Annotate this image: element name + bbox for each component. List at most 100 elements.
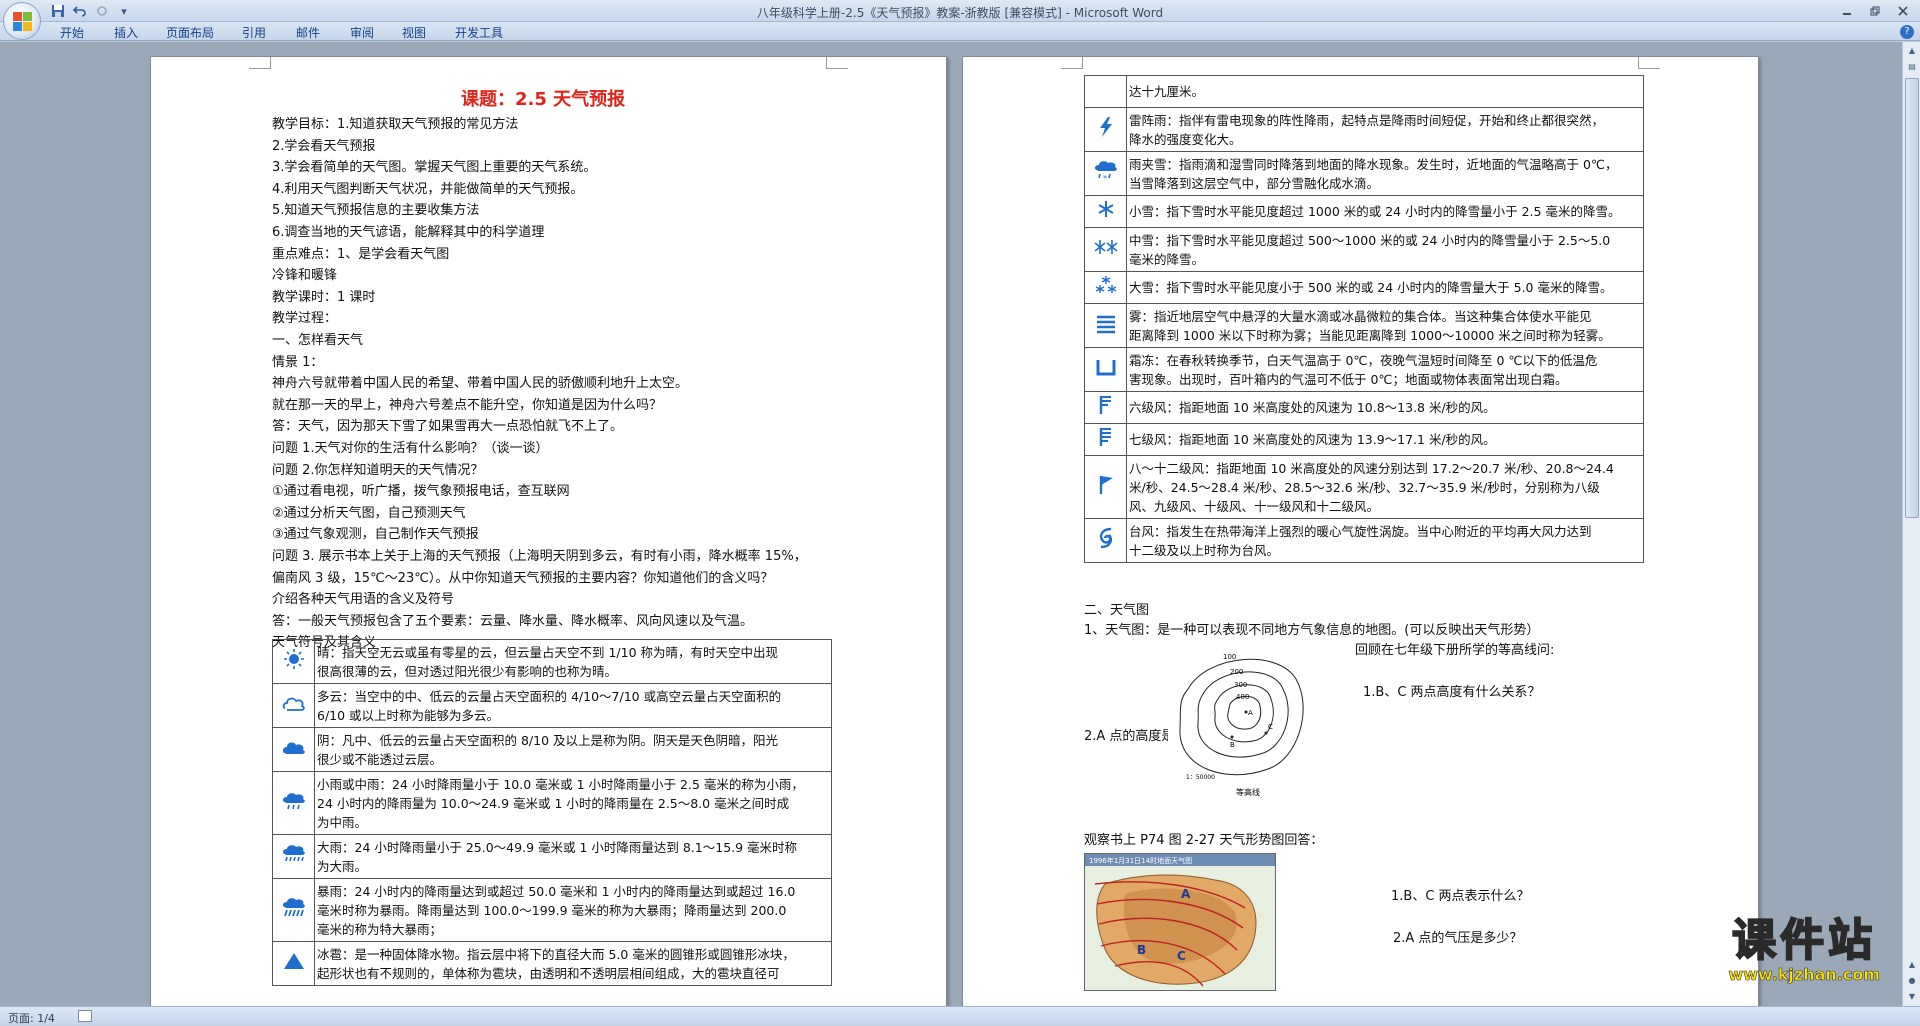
close-icon[interactable] xyxy=(1890,2,1916,19)
symbol-cell xyxy=(1084,423,1127,456)
page-2: 达十九厘米。 雷阵雨：指伴有雷电现象的阵性降雨，起特点是降雨时间短促，开始和终止都… xyxy=(962,56,1759,1006)
browse-object-icon[interactable]: ● xyxy=(1905,974,1919,988)
restore-icon[interactable] xyxy=(1862,2,1888,19)
definition-line: 雾：指近地层空气中悬浮的大量水滴或冰晶微粒的集合体。当这种集合体使水平能见 xyxy=(1129,308,1592,324)
window-controls xyxy=(1834,2,1916,19)
page-1: 课题：2.5 天气预报 教学目标：1.知道获取天气预报的常见方法 2.学会看天气预… xyxy=(150,56,947,1006)
definition-line: 起形状也有不规则的，单体称为雹块，由透明和不透明层相间组成，大的雹块直径可 xyxy=(317,965,780,981)
body-line: 2.学会看天气预报 xyxy=(272,138,376,154)
definition-cell: 晴：指天空无云或虽有零星的云，但云量占天空不到 1/10 称为晴，有时天空中出现… xyxy=(314,639,832,684)
tab-page-layout[interactable]: 页面布局 xyxy=(166,24,214,41)
weather-map-figure: 1996年1月31日14时地面天气图 A B C xyxy=(1084,853,1276,991)
tab-review[interactable]: 审阅 xyxy=(350,24,374,41)
definition-cell: 雾：指近地层空气中悬浮的大量水滴或冰晶微粒的集合体。当这种集合体使水平能见距离降… xyxy=(1126,303,1644,348)
margin-mark xyxy=(1638,57,1660,69)
table-row: 冰雹：是一种固体降水物。指云层中将下的直径大而 5.0 毫米的圆锥形或圆锥形冰块… xyxy=(272,941,832,986)
symbol-cell xyxy=(1084,271,1127,304)
wind-force-7-icon xyxy=(1093,426,1119,448)
definition-cell: 冰雹：是一种固体降水物。指云层中将下的直径大而 5.0 毫米的圆锥形或圆锥形冰块… xyxy=(314,941,832,986)
table-row: * 雨夹雪：指雨滴和湿雪同时降落到地面的降水现象。发生时，近地面的气温略高于 0℃… xyxy=(1084,151,1644,196)
body-line: 4.利用天气图判断天气状况，并能做简单的天气预报。 xyxy=(272,181,584,197)
help-icon[interactable]: ? xyxy=(1900,25,1914,39)
table-row: 霜冻：在春秋转换季节，白天气温高于 0℃，夜晚气温短时间降至 0 ℃以下的低温危… xyxy=(1084,347,1644,392)
watermark-text: 课件站 xyxy=(1731,914,1877,967)
body-line: 重点难点：1、是学会看天气图 xyxy=(272,246,450,262)
symbol-cell xyxy=(272,727,315,772)
question-a-pressure: 2.A 点的气压是多少？ xyxy=(1393,931,1523,946)
definition-line: 小雨或中雨：24 小时降雨量小于 10.0 毫米或 1 小时降雨量小于 2.5 … xyxy=(317,776,804,792)
proofing-icon[interactable] xyxy=(78,1010,92,1022)
question-bc-height: 1.B、C 两点高度有什么关系？ xyxy=(1363,685,1541,700)
sleet-icon: * xyxy=(1093,160,1119,183)
status-bar: 页面: 1/4 xyxy=(0,1006,1920,1025)
minimize-icon[interactable] xyxy=(1834,2,1860,19)
body-line: 冷锋和暖锋 xyxy=(272,268,338,284)
body-line: 教学目标：1.知道获取天气预报的常见方法 xyxy=(272,117,519,132)
svg-text:B: B xyxy=(1137,943,1146,957)
scrollbar-thumb[interactable] xyxy=(1905,78,1919,518)
office-button[interactable] xyxy=(3,2,41,40)
page-indicator[interactable]: 页面: 1/4 xyxy=(8,1010,55,1026)
table-row: 多云：当空中的中、低云的云量占天空面积的 4/10～7/10 或高空云量占天空面… xyxy=(272,683,832,728)
light-snow-icon xyxy=(1093,198,1119,220)
tab-developer[interactable]: 开发工具 xyxy=(455,24,503,41)
table-row: 六级风：指距地面 10 米高度处的风速为 10.8～13.8 米/秒的风。 xyxy=(1084,391,1644,424)
document-workspace: 课题：2.5 天气预报 教学目标：1.知道获取天气预报的常见方法 2.学会看天气预… xyxy=(0,42,1902,1006)
next-page-icon[interactable]: ▼ xyxy=(1905,990,1919,1004)
symbol-cell xyxy=(1084,227,1127,272)
table-row: 大雨：24 小时降雨量小于 25.0～49.9 毫米或 1 小时降雨量达到 8.… xyxy=(272,834,832,879)
light-rain-icon xyxy=(281,790,307,812)
prev-page-icon[interactable]: ▲ xyxy=(1905,958,1919,972)
definition-cell: 大雨：24 小时降雨量小于 25.0～49.9 毫米或 1 小时降雨量达到 8.… xyxy=(314,834,832,879)
margin-mark xyxy=(249,57,271,69)
symbol-cell xyxy=(272,639,315,684)
table-row: 中雪：指下雪时水平能见度超过 500～1000 米的或 24 小时内的降雪量小于… xyxy=(1084,227,1644,272)
definition-cell: 台风：指发生在热带海洋上强烈的暖心气旋性涡旋。当中心附近的平均再大风力达到 十二级… xyxy=(1126,518,1644,563)
lesson-title: 课题：2.5 天气预报 xyxy=(461,89,626,110)
tab-mailings[interactable]: 邮件 xyxy=(296,24,320,41)
table-row: 雾：指近地层空气中悬浮的大量水滴或冰晶微粒的集合体。当这种集合体使水平能见距离降… xyxy=(1084,303,1644,348)
frost-icon xyxy=(1093,356,1119,378)
scroll-up-icon[interactable]: ▲ xyxy=(1905,44,1919,58)
definition-line: 小雪：指下雪时水平能见度超过 1000 米的或 24 小时内的降雪量小于 2.5… xyxy=(1129,204,1621,219)
heavy-rain-icon xyxy=(281,843,307,865)
tab-references[interactable]: 引用 xyxy=(242,24,266,41)
symbol-cell: * xyxy=(1084,151,1127,196)
definition-line: 多云：当空中的中、低云的云量占天空面积的 4/10～7/10 或高空云量占天空面… xyxy=(317,688,782,704)
vertical-scrollbar[interactable]: ▲ ▤ ▲ ● ▼ xyxy=(1902,42,1920,1006)
contour-label: 300 xyxy=(1234,681,1247,689)
ruler-toggle-icon[interactable]: ▤ xyxy=(1905,60,1919,74)
fog-icon xyxy=(1093,312,1119,334)
typhoon-icon xyxy=(1093,527,1119,549)
tab-insert[interactable]: 插入 xyxy=(114,24,138,41)
symbol-cell xyxy=(272,683,315,728)
tab-home[interactable]: 开始 xyxy=(60,24,84,41)
body-line: ③通过气象观测，自己制作天气预报 xyxy=(272,527,479,543)
definition-line: 害现象。出现时，百叶箱内的气温可不低于 0℃；地面或物体表面常出现白霜。 xyxy=(1129,371,1568,387)
observe-instruction: 观察书上 P74 图 2-27 天气形势图回答： xyxy=(1084,833,1324,848)
scale-label: 1：50000 xyxy=(1186,774,1215,781)
definition-cell: 多云：当空中的中、低云的云量占天空面积的 4/10～7/10 或高空云量占天空面… xyxy=(314,683,832,728)
contour-caption: 等高线 xyxy=(1236,787,1260,797)
definition-line: 大雨：24 小时降雨量小于 25.0～49.9 毫米或 1 小时降雨量达到 8.… xyxy=(317,839,798,855)
window-title: 八年级科学上册-2.5《天气预报》教案-浙教版 [兼容模式] - Microso… xyxy=(756,6,1164,20)
body-line: 问题 2.你怎样知道明天的天气情况？ xyxy=(272,462,484,478)
body-line: 介绍各种天气用语的含义及符号 xyxy=(272,592,455,608)
svg-text:*: * xyxy=(1103,174,1107,182)
body-line: 情景 1： xyxy=(272,354,324,370)
definition-line: 六级风：指距地面 10 米高度处的风速为 10.8～13.8 米/秒的风。 xyxy=(1129,400,1496,415)
table-row: 大雪：指下雪时水平能见度小于 500 米的或 24 小时内的降雪量大于 5.0 … xyxy=(1084,271,1644,304)
definition-line: 冰雹：是一种固体降水物。指云层中将下的直径大而 5.0 毫米的圆锥形或圆锥形冰块… xyxy=(317,946,795,962)
body-line: 问题 3. 展示书本上关于上海的天气预报（上海明天阴到多云，有时有小雨，降水概率… xyxy=(272,549,807,564)
table-row: 小雨或中雨：24 小时降雨量小于 10.0 毫米或 1 小时降雨量小于 2.5 … xyxy=(272,771,832,835)
definition-line: 雷阵雨：指伴有雷电现象的阵性降雨，起特点是降雨时间短促，开始和终止都很突然， xyxy=(1129,112,1605,128)
tab-view[interactable]: 视图 xyxy=(402,24,426,41)
symbol-cell xyxy=(1084,303,1127,348)
definition-line: 距离降到 1000 米以下时称为雾；当能见距离降到 1000～10000 米之间… xyxy=(1129,327,1611,343)
body-line: 3.学会看简单的天气图。掌握天气图上重要的天气系统。 xyxy=(272,160,597,176)
table-row: 雷阵雨：指伴有雷电现象的阵性降雨，起特点是降雨时间短促，开始和终止都很突然， 降水… xyxy=(1084,107,1644,152)
definition-cell: 中雪：指下雪时水平能见度超过 500～1000 米的或 24 小时内的降雪量小于… xyxy=(1126,227,1644,272)
definition-line: 风、九级风、十级风、十一级风和十二级风。 xyxy=(1129,498,1380,514)
definition-line: 十二级及以上时称为台风。 xyxy=(1129,542,1280,558)
definition-line: 当雪降落到这层空气中，部分雪融化成水滴。 xyxy=(1129,175,1380,191)
